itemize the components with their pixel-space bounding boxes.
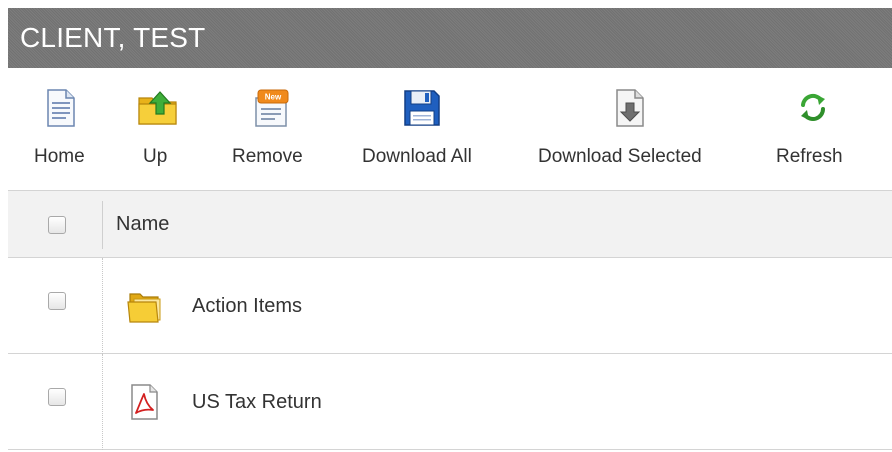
file-name[interactable]: Action Items <box>192 295 302 318</box>
row-separator <box>102 354 103 450</box>
up-button[interactable]: Up <box>132 68 188 190</box>
remove-document-icon: New <box>255 89 289 127</box>
client-title: CLIENT, TEST <box>20 22 206 53</box>
remove-label: Remove <box>232 146 303 167</box>
file-name[interactable]: US Tax Return <box>192 391 322 414</box>
row-separator <box>102 258 103 354</box>
document-home-icon <box>47 89 75 127</box>
pdf-file-icon <box>131 384 158 420</box>
grid-header-row: Name <box>8 190 892 258</box>
download-all-label: Download All <box>362 146 472 167</box>
up-label: Up <box>143 146 168 167</box>
toolbar: Home Up New Remove Download All Download… <box>8 68 892 190</box>
header-bar: CLIENT, TEST <box>8 8 892 68</box>
folder-icon <box>127 293 161 323</box>
folder-up-icon <box>138 91 177 125</box>
download-selected-label: Download Selected <box>538 146 702 167</box>
file-grid: Name Action Items US Tax Return <box>8 190 892 452</box>
row-checkbox[interactable] <box>48 292 66 310</box>
remove-button[interactable]: New Remove <box>224 68 324 190</box>
new-badge-text: New <box>265 93 282 102</box>
download-all-button[interactable]: Download All <box>356 68 492 190</box>
refresh-button[interactable]: Refresh <box>766 68 860 190</box>
table-row[interactable]: Action Items <box>8 258 892 354</box>
home-label: Home <box>34 146 85 167</box>
refresh-icon <box>801 93 825 121</box>
download-selected-button[interactable]: Download Selected <box>532 68 728 190</box>
select-all-checkbox[interactable] <box>48 216 66 234</box>
name-column-header[interactable]: Name <box>116 213 169 236</box>
row-checkbox[interactable] <box>48 388 66 406</box>
home-button[interactable]: Home <box>22 68 100 190</box>
table-row[interactable]: US Tax Return <box>8 354 892 450</box>
download-document-icon <box>616 89 644 127</box>
column-separator <box>102 201 103 249</box>
refresh-label: Refresh <box>776 146 843 167</box>
floppy-disk-icon <box>404 90 440 126</box>
file-browser-page: CLIENT, TEST Home Up New Remove Download… <box>0 0 892 452</box>
